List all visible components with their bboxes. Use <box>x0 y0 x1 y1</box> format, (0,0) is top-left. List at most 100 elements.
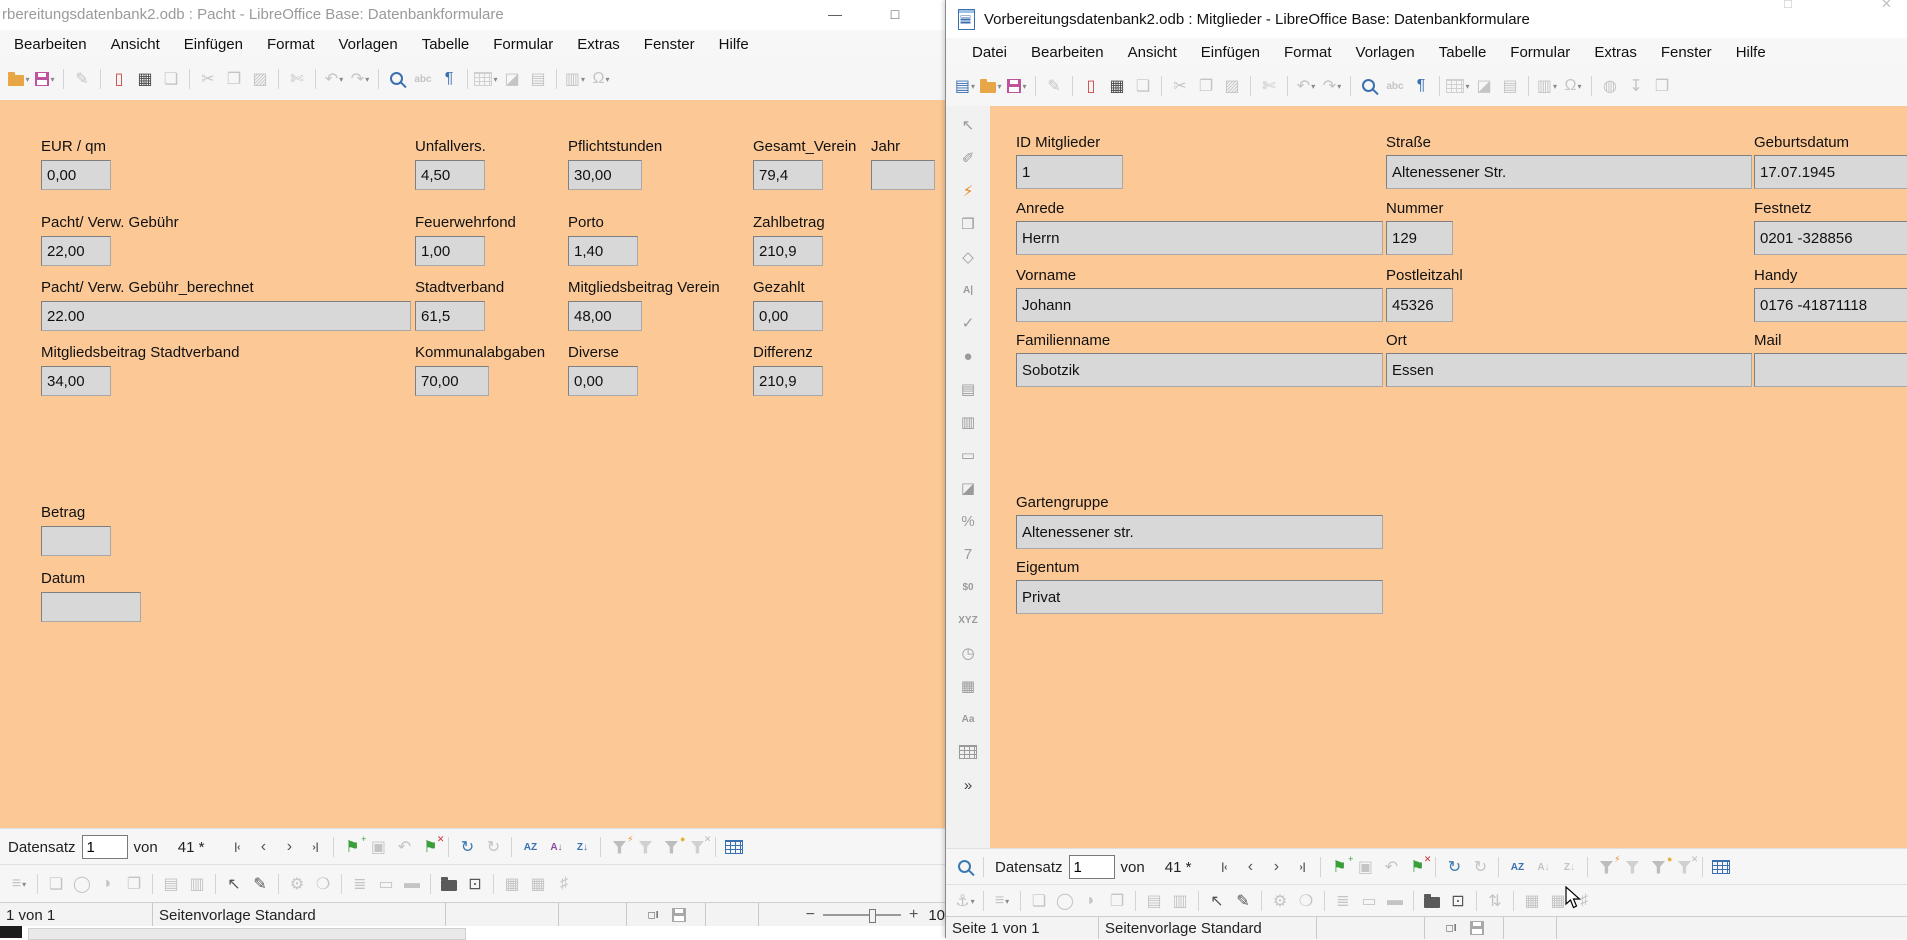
menu-einf-gen[interactable]: Einfügen <box>1189 40 1272 65</box>
combo-box-icon[interactable]: ▥ <box>954 411 982 433</box>
refresh-icon[interactable]: ↻ <box>455 834 479 860</box>
save-dropdown-icon[interactable]: ▾ <box>50 75 54 84</box>
find-and-replace-icon[interactable] <box>385 66 409 92</box>
previous-record-icon[interactable]: ‹ <box>1238 854 1262 880</box>
festnetz-input[interactable]: 0201 -328856 <box>1754 221 1907 255</box>
insert-field-dropdown-icon[interactable]: ▾ <box>1553 82 1557 91</box>
stra-e-input[interactable]: Altenessener Str. <box>1386 155 1752 189</box>
document-modified-icon[interactable] <box>1465 917 1489 939</box>
font-name-icon[interactable]: Aa <box>954 708 982 730</box>
document-modified-icon[interactable] <box>667 903 691 927</box>
form-based-filters-icon[interactable]: ● <box>659 834 683 860</box>
table-control-icon[interactable] <box>954 741 982 763</box>
refresh-icon[interactable]: ↻ <box>1442 854 1466 880</box>
nummer-input[interactable]: 129 <box>1386 221 1453 255</box>
select-icon[interactable]: ↖ <box>954 114 982 136</box>
differenz-input[interactable]: 210,9 <box>753 366 823 396</box>
menu-fenster[interactable]: Fenster <box>1649 40 1724 65</box>
select-icon[interactable]: ↖ <box>1205 888 1229 914</box>
open-in-design-mode-icon[interactable] <box>1420 888 1444 914</box>
kommunalabgaben-input[interactable]: 70,00 <box>415 366 489 396</box>
next-record-icon[interactable]: › <box>277 834 301 860</box>
zoom-slider[interactable] <box>823 914 901 916</box>
selection-mode-icon[interactable]: ◻I <box>1439 917 1463 939</box>
sort-icon[interactable]: AZ <box>1505 854 1529 880</box>
diverse-input[interactable]: 0,00 <box>568 366 638 396</box>
menu-bearbeiten[interactable]: Bearbeiten <box>1019 40 1116 65</box>
record-number-input[interactable] <box>1069 855 1115 879</box>
image-button-icon[interactable]: ◪ <box>954 477 982 499</box>
first-record-icon[interactable]: |‹ <box>1212 854 1236 880</box>
familienname-input[interactable]: Sobotzik <box>1016 353 1383 387</box>
last-record-icon[interactable]: ›| <box>303 834 327 860</box>
unfallvers-input[interactable]: 4,50 <box>415 160 485 190</box>
vorname-input[interactable]: Johann <box>1016 288 1383 322</box>
form-design-icon[interactable]: ❒ <box>954 213 982 235</box>
sort-icon[interactable]: AZ <box>518 834 542 860</box>
currency-field-icon[interactable]: $0 <box>954 576 982 598</box>
list-box-icon[interactable]: ▤ <box>954 378 982 400</box>
eigentum-input[interactable]: Privat <box>1016 580 1383 614</box>
insert-table-dropdown-icon[interactable]: ▾ <box>1465 82 1469 91</box>
insert-table-dropdown-icon[interactable]: ▾ <box>493 75 497 84</box>
special-character-dropdown-icon[interactable]: ▾ <box>1577 82 1581 91</box>
gezahlt-input[interactable]: 0,00 <box>753 301 823 331</box>
design-mode-icon[interactable]: ✐ <box>954 147 982 169</box>
first-record-icon[interactable]: |‹ <box>225 834 249 860</box>
delete-record-icon[interactable]: ⚑✕ <box>1405 854 1429 880</box>
record-number-input[interactable] <box>82 835 128 859</box>
search-icon[interactable] <box>953 854 977 880</box>
zoom-out-icon[interactable]: − <box>806 906 815 924</box>
zoom-slider-thumb[interactable] <box>869 909 876 923</box>
delete-record-icon[interactable]: ⚑✕ <box>418 834 442 860</box>
previous-record-icon[interactable]: ‹ <box>251 834 275 860</box>
selection-mode-icon[interactable]: ◻I <box>641 903 665 927</box>
id-mitglieder-input[interactable]: 1 <box>1016 155 1123 189</box>
pacht-verw-geb-hr-berechnet-input[interactable]: 22.00 <box>41 301 411 331</box>
page-style[interactable]: Seitenvorlage Standard <box>1099 917 1317 939</box>
open-dropdown-icon[interactable]: ▾ <box>25 75 29 84</box>
handy-input[interactable]: 0176 -41871118 <box>1754 288 1907 322</box>
text-box-icon[interactable]: A| <box>954 279 982 301</box>
stadtverband-input[interactable]: 61,5 <box>415 301 485 331</box>
pacht-verw-geb-hr-input[interactable]: 22,00 <box>41 236 111 266</box>
pattern-field-icon[interactable]: XYZ <box>954 609 982 631</box>
menu-extras[interactable]: Extras <box>1582 40 1649 65</box>
sort-ascending-icon[interactable]: A↓ <box>544 834 568 860</box>
open-in-design-mode-icon[interactable] <box>437 871 461 897</box>
formatted-field-icon[interactable]: % <box>954 510 982 532</box>
export-pdf-icon[interactable]: ▯ <box>1079 73 1103 99</box>
autofilter-icon[interactable]: ⚡ <box>607 834 631 860</box>
undo-dropdown-icon[interactable]: ▾ <box>339 75 343 84</box>
data-source-as-table-icon[interactable] <box>722 834 746 860</box>
menu-datei[interactable]: Datei <box>960 40 1019 65</box>
mail-input[interactable] <box>1754 353 1907 387</box>
maximize-button[interactable]: □ <box>880 6 910 22</box>
open-icon[interactable]: ▾ <box>979 73 1003 99</box>
date-field-icon[interactable]: 7 <box>954 543 982 565</box>
new-record-icon[interactable]: ⚑+ <box>1327 854 1351 880</box>
form-wizard-icon[interactable]: ⚡ <box>954 180 982 202</box>
mitgliedsbeitrag-stadtverband-input[interactable]: 34,00 <box>41 366 111 396</box>
check-box-icon[interactable]: ✓ <box>954 312 982 334</box>
zahlbetrag-input[interactable]: 210,9 <box>753 236 823 266</box>
feuerwehrfond-input[interactable]: 1,00 <box>415 236 485 266</box>
save-icon[interactable]: ▾ <box>1005 73 1029 99</box>
menu-bearbeiten[interactable]: Bearbeiten <box>2 32 99 57</box>
anrede-input[interactable]: Herrn <box>1016 221 1383 255</box>
betrag-input[interactable] <box>41 526 111 556</box>
new-document-icon[interactable]: ▤▾ <box>953 73 977 99</box>
eur-qm-input[interactable]: 0,00 <box>41 160 111 190</box>
menu-format[interactable]: Format <box>255 32 327 57</box>
anchor-dropdown-icon[interactable]: ▾ <box>971 897 975 906</box>
time-field-icon[interactable]: ◷ <box>954 642 982 664</box>
redo-dropdown-icon[interactable]: ▾ <box>1337 82 1341 91</box>
pflichtstunden-input[interactable]: 30,00 <box>568 160 642 190</box>
minimize-button[interactable]: — <box>820 6 850 22</box>
datum-input[interactable] <box>41 592 141 622</box>
open-icon[interactable]: ▾ <box>7 66 31 92</box>
menu-tabelle[interactable]: Tabelle <box>410 32 482 57</box>
page-style[interactable]: Seitenvorlage Standard <box>153 903 446 927</box>
next-record-icon[interactable]: › <box>1264 854 1288 880</box>
push-button-icon[interactable]: ▭ <box>954 444 982 466</box>
